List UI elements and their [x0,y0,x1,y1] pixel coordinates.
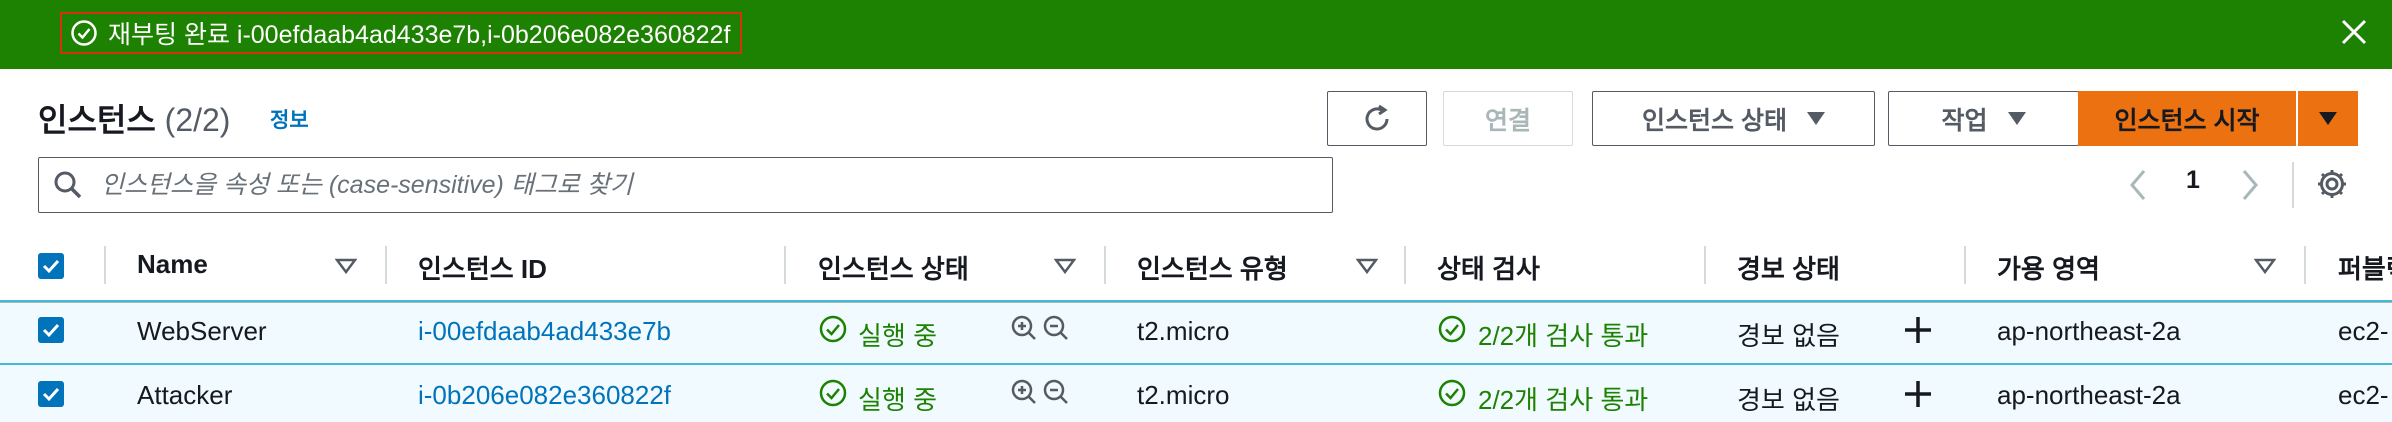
sort-icon[interactable] [335,258,357,274]
instance-state-label: 인스턴스 상태 [1642,106,1787,135]
check-circle-icon [71,20,97,46]
zoom-in-icon[interactable] [1010,314,1038,344]
column-header-availability-zone[interactable]: 가용 영역 [1997,249,2100,286]
row-public-dns: ec2- [2338,316,2389,346]
row-instance-id-link[interactable]: i-0b206e082e360822f [418,380,671,411]
zoom-in-icon[interactable] [1010,378,1038,408]
column-separator [1704,246,1706,284]
plus-icon[interactable] [1902,378,1934,410]
column-separator [1404,246,1406,284]
selection-count: (2/2) [164,102,231,138]
launch-label: 인스턴스 시작 [2114,106,2260,135]
row-public-dns: ec2- [2338,380,2389,410]
row-availability-zone: ap-northeast-2a [1997,316,2181,346]
column-separator [385,246,387,284]
launch-instances-button[interactable]: 인스턴스 시작 [2078,91,2296,146]
connect-label: 연결 [1484,106,1531,135]
gear-icon[interactable] [2315,167,2349,201]
column-separator [2304,246,2306,284]
page-title: 인스턴스 (2/2) [38,95,230,141]
column-header-instance-state[interactable]: 인스턴스 상태 [818,249,969,286]
instance-state-button[interactable]: 인스턴스 상태 [1592,91,1875,146]
check-circle-icon [819,379,847,407]
chevron-right-icon[interactable] [2240,168,2260,202]
row-alarm-status: 경보 없음 [1737,321,1840,351]
check-circle-icon [819,315,847,343]
check-icon [42,259,60,274]
page-title-text: 인스턴스 [38,102,156,138]
caret-down-icon [1806,112,1825,125]
flash-message-box: 재부팅 완료 i-00efdaab4ad433e7b,i-0b206e082e3… [60,12,743,54]
column-separator [1964,246,1966,284]
row-state: 실행 중 [858,321,937,351]
row-instance-id-link[interactable]: i-00efdaab4ad433e7b [418,316,671,347]
divider [2292,162,2294,208]
row-availability-zone: ap-northeast-2a [1997,380,2181,410]
row-name: Attacker [137,380,233,410]
sort-icon[interactable] [1054,258,1076,274]
page-number[interactable]: 1 [2186,166,2200,195]
row-border [0,363,2392,365]
check-icon [42,323,60,338]
column-header-instance-id[interactable]: 인스턴스 ID [418,249,547,286]
search-input[interactable] [99,169,1283,201]
chevron-left-icon[interactable] [2128,168,2148,202]
plus-icon[interactable] [1902,314,1934,346]
row-instance-type: t2.micro [1137,380,1230,410]
flash-banner: 재부팅 완료 i-00efdaab4ad433e7b,i-0b206e082e3… [0,0,2392,69]
flash-message: 재부팅 완료 i-00efdaab4ad433e7b,i-0b206e082e3… [108,21,731,49]
column-separator [104,246,106,284]
actions-button[interactable]: 작업 [1888,91,2079,146]
row-status-check: 2/2개 검사 통과 [1478,385,1649,415]
search-box[interactable] [38,157,1333,213]
row-alarm-status: 경보 없음 [1737,385,1840,415]
refresh-button[interactable] [1327,91,1427,146]
row-border [0,300,2392,302]
zoom-out-icon[interactable] [1042,314,1070,344]
refresh-icon [1365,104,1389,130]
check-icon [42,387,60,402]
caret-down-icon [2007,112,2026,125]
check-circle-icon [1438,379,1466,407]
select-all-checkbox[interactable] [38,253,64,279]
actions-label: 작업 [1941,106,1988,135]
search-icon [54,171,82,199]
row-status-check: 2/2개 검사 통과 [1478,321,1649,351]
column-header-status-check[interactable]: 상태 검사 [1437,249,1540,286]
column-header-name[interactable]: Name [137,249,208,280]
check-circle-icon [1438,315,1466,343]
caret-down-icon [2319,112,2337,125]
info-link[interactable]: 정보 [270,104,309,134]
column-header-instance-type[interactable]: 인스턴스 유형 [1137,249,1288,286]
row-checkbox[interactable] [38,317,64,343]
row-state: 실행 중 [858,385,937,415]
column-header-alarm-status[interactable]: 경보 상태 [1737,249,1840,286]
row-instance-type: t2.micro [1137,316,1230,346]
column-separator [784,246,786,284]
row-name: WebServer [137,316,267,346]
close-icon[interactable] [2338,16,2370,48]
sort-icon[interactable] [2254,258,2276,274]
column-header-public-dns[interactable]: 퍼블릭 [2338,249,2392,286]
zoom-out-icon[interactable] [1042,378,1070,408]
sort-icon[interactable] [1356,258,1378,274]
launch-dropdown-button[interactable] [2298,91,2358,146]
connect-button[interactable]: 연결 [1443,91,1573,146]
column-separator [1104,246,1106,284]
row-checkbox[interactable] [38,381,64,407]
